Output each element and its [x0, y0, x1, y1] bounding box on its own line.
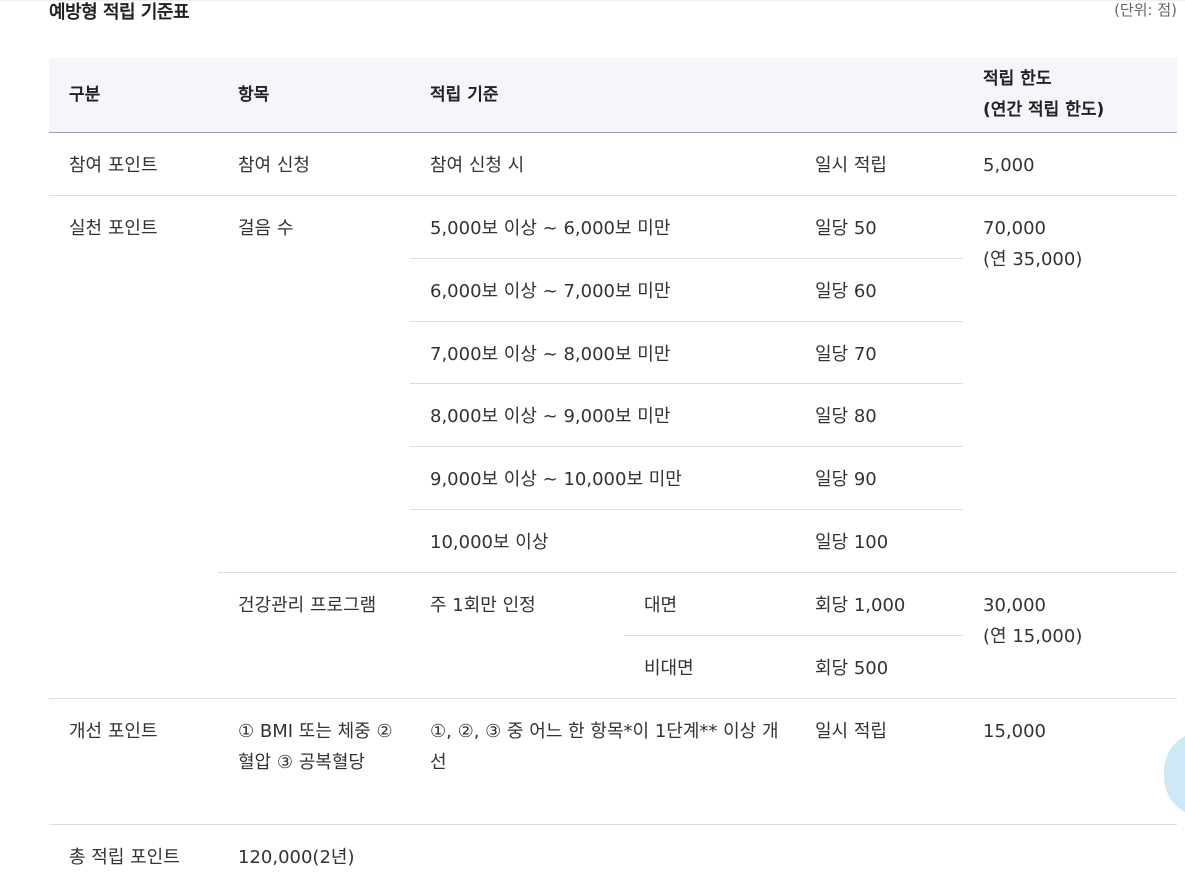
walking-criteria-4: 9,000보 이상 ~ 10,000보 미만	[410, 446, 795, 510]
table-row: 건강관리 프로그램 주 1회만 인정 대면 회당 1,000 30,000 (연…	[49, 572, 1178, 699]
program-points-1: 회당 500	[795, 635, 964, 699]
table-row: 개선 포인트 ① BMI 또는 체중 ② 혈압 ③ 공복혈당 ①, ②, ③ 중…	[49, 698, 1178, 825]
practice-category: 실천 포인트	[49, 195, 218, 699]
improvement-item: ① BMI 또는 체중 ② 혈압 ③ 공복혈당	[218, 698, 410, 825]
improvement-limit: 15,000	[963, 698, 1178, 825]
header-limit-line2: (연간 적립 한도)	[983, 100, 1105, 120]
walking-criteria-3: 8,000보 이상 ~ 9,000보 미만	[410, 383, 795, 447]
page: 예방형 적립 기준표 (단위: 점) 구분 항목 적립 기준 적립 한도 (연간…	[0, 0, 1185, 879]
program-criteria: 주 1회만 인정	[410, 572, 624, 699]
walking-item: 걸음 수	[218, 195, 410, 573]
program-points-0: 회당 1,000	[795, 572, 964, 636]
total-label: 총 적립 포인트	[69, 847, 180, 868]
table-row: 실천 포인트 걸음 수 5,000보 이상 ~ 6,000보 미만 일당 50 …	[49, 195, 1178, 699]
header-limit: 적립 한도 (연간 적립 한도)	[963, 58, 1178, 133]
improvement-category: 개선 포인트	[49, 698, 218, 825]
walking-points-2: 일당 70	[795, 321, 964, 384]
program-type-0: 대면	[624, 572, 795, 636]
participation-category: 참여 포인트	[49, 132, 218, 196]
walking-criteria-1: 6,000보 이상 ~ 7,000보 미만	[410, 258, 795, 322]
walking-points-3: 일당 80	[795, 383, 964, 447]
header-category: 구분	[49, 58, 218, 133]
walking-limit-line1: 70,000	[983, 218, 1047, 239]
walking-points-5: 일당 100	[795, 509, 964, 573]
program-type-1: 비대면	[624, 635, 795, 699]
walking-points-1: 일당 60	[795, 258, 964, 322]
improvement-criteria: ①, ②, ③ 중 어느 한 항목*이 1단계** 이상 개선	[410, 698, 795, 825]
walking-criteria-2: 7,000보 이상 ~ 8,000보 미만	[410, 321, 795, 384]
table-header-row: 구분 항목 적립 기준 적립 한도 (연간 적립 한도)	[49, 58, 1178, 133]
walking-points-4: 일당 90	[795, 446, 964, 510]
header-item: 항목	[218, 58, 410, 133]
participation-limit: 5,000	[963, 132, 1178, 196]
participation-points: 일시 적립	[795, 132, 964, 196]
improvement-points: 일시 적립	[795, 698, 964, 825]
walking-limit-line2: (연 35,000)	[983, 249, 1083, 270]
program-limit: 30,000 (연 15,000)	[963, 572, 1178, 699]
table-row: 총 적립 포인트 120,000(2년)	[49, 825, 1177, 879]
program-limit-line1: 30,000	[983, 595, 1047, 616]
walking-points-0: 일당 50	[795, 195, 964, 259]
walking-criteria-5: 10,000보 이상	[410, 509, 795, 573]
participation-item: 참여 신청	[218, 132, 410, 196]
program-limit-line2: (연 15,000)	[983, 626, 1083, 647]
points-table: 구분 항목 적립 기준 적립 한도 (연간 적립 한도) 참여 포인트 참여 신…	[49, 58, 1178, 879]
page-title: 예방형 적립 기준표	[49, 2, 190, 23]
header-criteria: 적립 기준	[410, 58, 964, 133]
table-row: 참여 포인트 참여 신청 참여 신청 시 일시 적립 5,000	[49, 132, 1178, 196]
walking-limit: 70,000 (연 35,000)	[963, 195, 1178, 573]
header-limit-line1: 적립 한도	[983, 69, 1052, 89]
program-item: 건강관리 프로그램	[218, 572, 410, 699]
total-value: 120,000(2년)	[238, 847, 355, 868]
walking-criteria-0: 5,000보 이상 ~ 6,000보 미만	[410, 195, 795, 259]
participation-criteria: 참여 신청 시	[410, 132, 795, 196]
unit-label: (단위: 점)	[1114, 1, 1177, 19]
